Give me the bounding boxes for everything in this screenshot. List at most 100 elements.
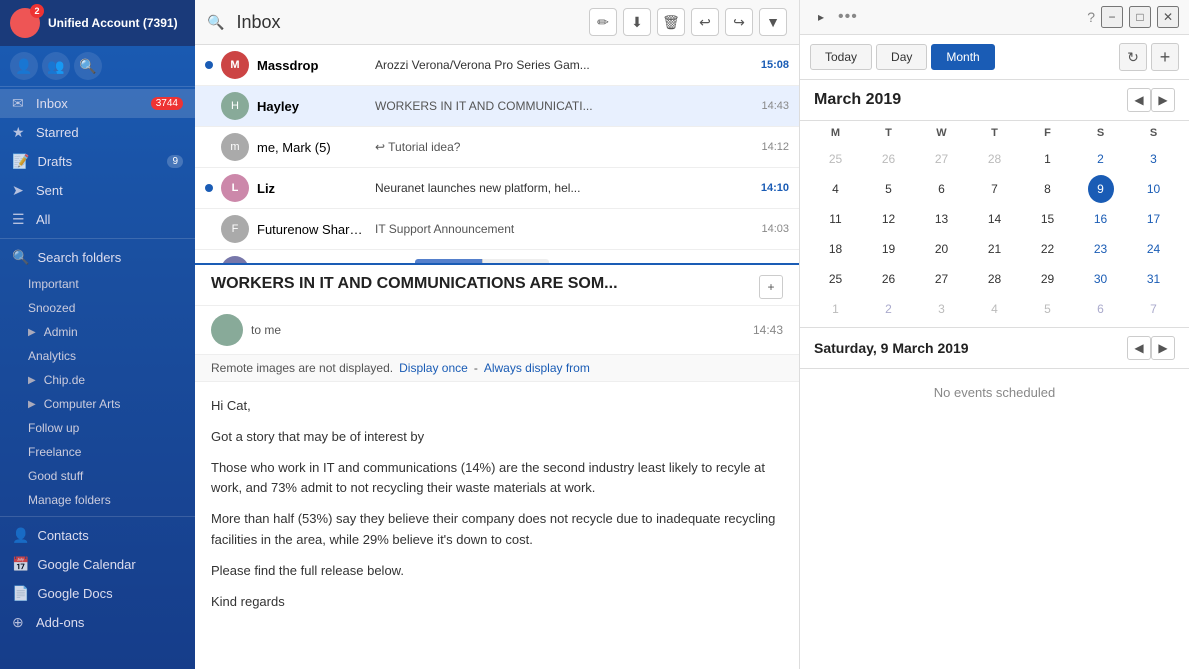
email-row[interactable]: H Hayley WORKERS IN IT AND COMMUNICATI..… [195,86,799,127]
display-once-link[interactable]: Display once [399,361,468,375]
calendar-day[interactable]: 6 [1075,295,1126,323]
calendar-day[interactable]: 7 [1128,295,1179,323]
calendar-day[interactable]: 13 [916,205,967,233]
email-row[interactable]: L Liz Neuranet launches new platform, he… [195,168,799,209]
avatar[interactable]: 2 [10,8,40,38]
calendar-day[interactable]: 1 [1022,145,1073,173]
body-greeting: Hi Cat, [211,396,783,417]
calendar-day[interactable]: 17 [1128,205,1179,233]
sidebar-item-add-ons[interactable]: ⊕ Add-ons [0,608,195,637]
calendar-day[interactable]: 28 [969,265,1020,293]
person-icon[interactable]: 👤 [10,52,38,80]
calendar-day[interactable]: 27 [916,265,967,293]
calendar-day[interactable]: 27 [916,145,967,173]
calendar-day[interactable]: 3 [1128,145,1179,173]
calendar-day[interactable]: 29 [1022,265,1073,293]
email-row[interactable]: m me, Mark (5) ↩ Tutorial idea? 14:12 [195,127,799,168]
sidebar-item-important[interactable]: Important [0,272,195,296]
calendar-day[interactable]: 10 [1128,175,1179,203]
email-row[interactable]: G GMB London Region ...llings completed … [195,250,799,265]
refresh-button[interactable]: ↻ [1119,43,1147,71]
day-button[interactable]: Day [876,44,927,70]
sidebar-item-google-calendar[interactable]: 📅 Google Calendar [0,550,195,579]
next-day-button[interactable]: ▶ [1151,336,1175,360]
always-display-link[interactable]: Always display from [484,361,590,375]
calendar-day[interactable]: 4 [969,295,1020,323]
sidebar-item-inbox[interactable]: ✉ Inbox 3744 [0,89,195,118]
email-row[interactable]: F Futurenow Shared Mailbox IT Support An… [195,209,799,250]
sidebar-item-contacts[interactable]: 👤 Contacts [0,521,195,550]
add-event-button[interactable]: + [1151,43,1179,71]
sidebar-item-freelance[interactable]: Freelance [0,440,195,464]
calendar-day[interactable]: 23 [1075,235,1126,263]
email-row[interactable]: M Massdrop Arozzi Verona/Verona Pro Seri… [195,45,799,86]
calendar-day[interactable]: 18 [810,235,861,263]
minimize-button[interactable]: − [1101,6,1123,28]
calendar-day[interactable]: 26 [863,265,914,293]
calendar-grid: M T W T F S S 25262728123456789101112131… [800,121,1189,327]
calendar-day[interactable]: 31 [1128,265,1179,293]
compose-button[interactable]: ✏ [589,8,617,36]
help-icon[interactable]: ? [1087,9,1095,25]
calendar-day[interactable]: 30 [1075,265,1126,293]
calendar-day[interactable]: 26 [863,145,914,173]
prev-month-button[interactable]: ◀ [1127,88,1151,112]
calendar-day[interactable]: 25 [810,145,861,173]
sidebar-item-good-stuff[interactable]: Good stuff [0,464,195,488]
calendar-day[interactable]: 1 [810,295,861,323]
group-icon[interactable]: 👥 [42,52,70,80]
close-button[interactable]: ✕ [1157,6,1179,28]
contact-icon[interactable]: 🔍 [74,52,102,80]
sidebar-item-google-docs[interactable]: 📄 Google Docs [0,579,195,608]
calendar-day[interactable]: 6 [916,175,967,203]
sidebar-item-follow-up[interactable]: Follow up [0,416,195,440]
delete-button[interactable]: 🗑 [657,8,685,36]
sidebar-item-snoozed[interactable]: Snoozed [0,296,195,320]
sidebar-item-analytics[interactable]: Analytics [0,344,195,368]
month-button[interactable]: Month [931,44,994,70]
today-button[interactable]: Today [810,44,872,70]
add-tag-button[interactable]: + [759,275,783,299]
calendar-day[interactable]: 5 [1022,295,1073,323]
reply-button[interactable]: ↩ [691,8,719,36]
next-month-button[interactable]: ▶ [1151,88,1175,112]
cal-back-button[interactable]: ▸ [810,6,832,28]
calendar-day[interactable]: 14 [969,205,1020,233]
arrow-icon-ca: ▶ [28,399,36,410]
sidebar-item-admin[interactable]: ▶ Admin [0,320,195,344]
calendar-day[interactable]: 11 [810,205,861,233]
sidebar-item-computer-arts[interactable]: ▶ Computer Arts [0,392,195,416]
calendar-day[interactable]: 20 [916,235,967,263]
sidebar-item-sent[interactable]: ➤ Sent [0,176,195,205]
calendar-day[interactable]: 15 [1022,205,1073,233]
calendar-day[interactable]: 25 [810,265,861,293]
calendar-day[interactable]: 7 [969,175,1020,203]
calendar-day[interactable]: 5 [863,175,914,203]
calendar-day[interactable]: 12 [863,205,914,233]
sidebar-item-drafts[interactable]: 📝 Drafts 9 [0,147,195,176]
calendar-day[interactable]: 19 [863,235,914,263]
maximize-button[interactable]: □ [1129,6,1151,28]
calendar-day[interactable]: 24 [1128,235,1179,263]
sidebar-item-all[interactable]: ☰ All [0,205,195,234]
detail-body: Hi Cat, Got a story that may be of inter… [195,382,799,636]
calendar-day[interactable]: 16 [1075,205,1126,233]
forward-button[interactable]: ↪ [725,8,753,36]
calendar-day[interactable]: 8 [1022,175,1073,203]
sidebar-item-manage-folders[interactable]: Manage folders [0,488,195,512]
download-button[interactable]: ⬇ [623,8,651,36]
calendar-day[interactable]: 2 [863,295,914,323]
calendar-day[interactable]: 21 [969,235,1020,263]
sidebar-item-chip-de[interactable]: ▶ Chip.de [0,368,195,392]
calendar-day[interactable]: 22 [1022,235,1073,263]
calendar-day[interactable]: 28 [969,145,1020,173]
remote-images-text: Remote images are not displayed. [211,361,393,375]
calendar-day[interactable]: 4 [810,175,861,203]
calendar-day[interactable]: 2 [1075,145,1126,173]
calendar-day[interactable]: 9 [1088,175,1114,203]
more-button[interactable]: ▼ [759,8,787,36]
sidebar-item-starred[interactable]: ★ Starred [0,118,195,147]
prev-day-button[interactable]: ◀ [1127,336,1151,360]
calendar-day[interactable]: 3 [916,295,967,323]
sidebar-item-search-folders[interactable]: 🔍 Search folders [0,243,195,272]
